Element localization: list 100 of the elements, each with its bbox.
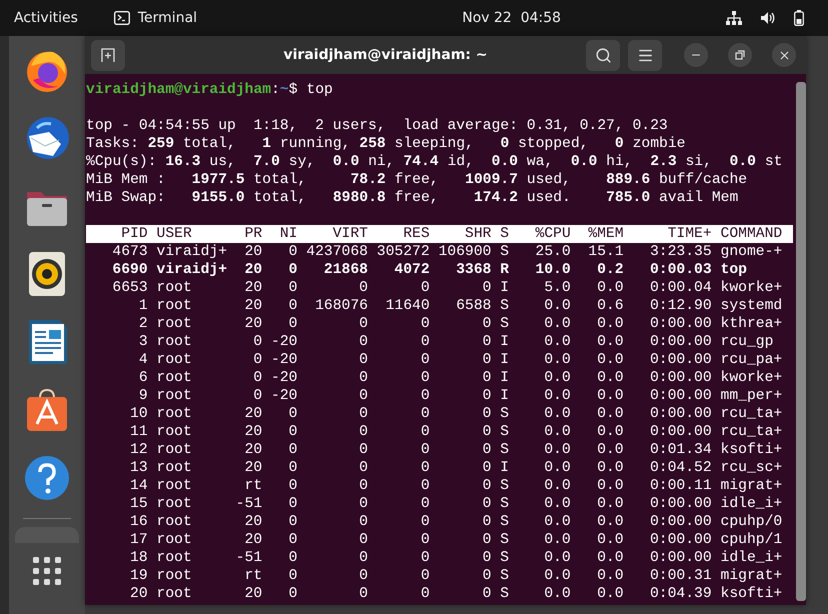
table-cell-text: 0: [482, 387, 492, 405]
table-cell-text: 0:04.52: [648, 459, 712, 477]
table-cell-text: rt: [244, 477, 262, 495]
table-cell-text: 0:00.00: [648, 387, 712, 405]
table-cell-text: root: [156, 333, 193, 351]
table-cell-text: top: [720, 261, 748, 279]
table-cell-text: S: [499, 243, 509, 261]
menu-button[interactable]: [628, 40, 662, 70]
table-cell-text: S: [499, 441, 509, 459]
activities-button[interactable]: Activities: [14, 10, 78, 26]
table-cell-text: I: [499, 459, 509, 477]
table-cell-text: 0: [420, 513, 430, 531]
table-cell-text: 15.1: [587, 243, 624, 261]
table-cell-text: 0: [358, 405, 368, 423]
table-cell-text: 0.0: [596, 513, 624, 531]
table-cell-text: 5.0: [543, 279, 571, 297]
table-cell-text: S: [499, 531, 509, 549]
table-cell-text: 6653: [111, 279, 148, 297]
table-cell-text: S: [499, 585, 509, 603]
network-icon[interactable]: [726, 11, 742, 25]
table-cell-text: 0.0: [543, 459, 571, 477]
table-cell-text: 0: [420, 405, 430, 423]
table-cell-text: root: [156, 369, 193, 387]
column-header: RES: [402, 225, 430, 243]
table-cell-text: 0.0: [543, 351, 571, 369]
table-cell-text: 0:12.90: [648, 297, 712, 315]
table-cell-text: 10.0: [534, 261, 571, 279]
column-header: TIME+: [666, 225, 712, 243]
table-cell-text: migrat+: [720, 477, 784, 495]
column-header: COMMAND: [720, 225, 784, 243]
table-cell-text: S: [499, 477, 509, 495]
close-button[interactable]: [772, 43, 796, 67]
table-cell-text: I: [499, 387, 509, 405]
table-cell-text: 0: [288, 495, 298, 513]
table-cell-text: 20: [244, 423, 262, 441]
maximize-button[interactable]: [728, 43, 752, 67]
table-cell-text: 0.0: [543, 549, 571, 567]
table-cell-text: -51: [234, 495, 262, 513]
table-cell-text: 1: [138, 297, 148, 315]
clock[interactable]: Nov 22 04:58: [362, 10, 561, 26]
table-cell-text: root: [156, 405, 193, 423]
window-title: viraidjham@viraidjham: ~: [282, 47, 488, 63]
volume-icon[interactable]: [760, 11, 776, 25]
table-cell-text: 0: [482, 369, 492, 387]
table-cell-text: 6: [138, 369, 148, 387]
table-cell-text: 10: [129, 405, 148, 423]
table-cell-text: 15: [129, 495, 148, 513]
new-tab-button[interactable]: [91, 40, 125, 70]
table-cell-text: 25.0: [534, 243, 571, 261]
table-cell-text: root: [156, 531, 193, 549]
table-cell-text: S: [499, 423, 509, 441]
table-cell-text: 0: [288, 243, 298, 261]
table-cell-text: root: [156, 279, 193, 297]
table-cell-text: 0.0: [543, 441, 571, 459]
battery-icon[interactable]: [794, 10, 804, 26]
table-cell-text: root: [156, 585, 193, 603]
table-cell-text: 0:01.34: [648, 441, 712, 459]
table-cell-text: 0: [358, 423, 368, 441]
table-cell-text: 0.0: [596, 549, 624, 567]
table-cell-text: 305272: [376, 243, 430, 261]
table-cell-text: 0.0: [596, 567, 624, 585]
table-cell-text: 0: [420, 279, 430, 297]
table-cell-text: 0.0: [596, 477, 624, 495]
table-cell-text: rcu_ta+: [720, 405, 784, 423]
table-cell-text: 0: [482, 531, 492, 549]
table-cell-text: 0: [358, 441, 368, 459]
table-cell-text: 0: [420, 567, 430, 585]
table-cell-text: 0: [252, 333, 262, 351]
apps-grid-icon[interactable]: [33, 557, 61, 585]
table-cell-text: 0: [358, 477, 368, 495]
table-cell-text: 0.0: [596, 315, 624, 333]
table-cell-text: 0.0: [596, 387, 624, 405]
table-cell-text: 0: [288, 441, 298, 459]
table-cell-text: 0.0: [596, 459, 624, 477]
table-cell-text: S: [499, 549, 509, 567]
table-cell-text: root: [156, 315, 193, 333]
table-cell-text: 3368: [455, 261, 492, 279]
table-cell-text: 0:00.11: [648, 477, 712, 495]
table-cell-text: 0: [482, 405, 492, 423]
table-cell-text: 0: [358, 495, 368, 513]
search-button[interactable]: [586, 40, 620, 70]
table-cell-text: 0.0: [596, 531, 624, 549]
table-cell-text: 0: [420, 441, 430, 459]
table-cell-text: 0.0: [543, 477, 571, 495]
table-cell-text: 0: [358, 333, 368, 351]
column-header: S: [499, 225, 509, 243]
table-cell-text: I: [499, 351, 509, 369]
table-cell-text: 0: [420, 477, 430, 495]
app-menu-label[interactable]: Terminal: [138, 10, 198, 26]
help-icon[interactable]: [23, 454, 71, 502]
table-cell-text: 0:00.03: [648, 261, 712, 279]
column-header: PID: [120, 225, 148, 243]
table-cell-text: 2: [138, 315, 148, 333]
table-cell-text: kthrea+: [720, 315, 784, 333]
summary-line: top - 04:54:55 up 1:18, 2 users, load average: 0.31, 0.27, 0.23: [86, 118, 668, 134]
table-cell-text: 0:00.00: [648, 531, 712, 549]
table-cell-text: 0.0: [543, 531, 571, 549]
table-cell-text: 0.0: [596, 351, 624, 369]
table-cell-text: 0: [358, 315, 368, 333]
scrollbar[interactable]: [796, 82, 806, 601]
